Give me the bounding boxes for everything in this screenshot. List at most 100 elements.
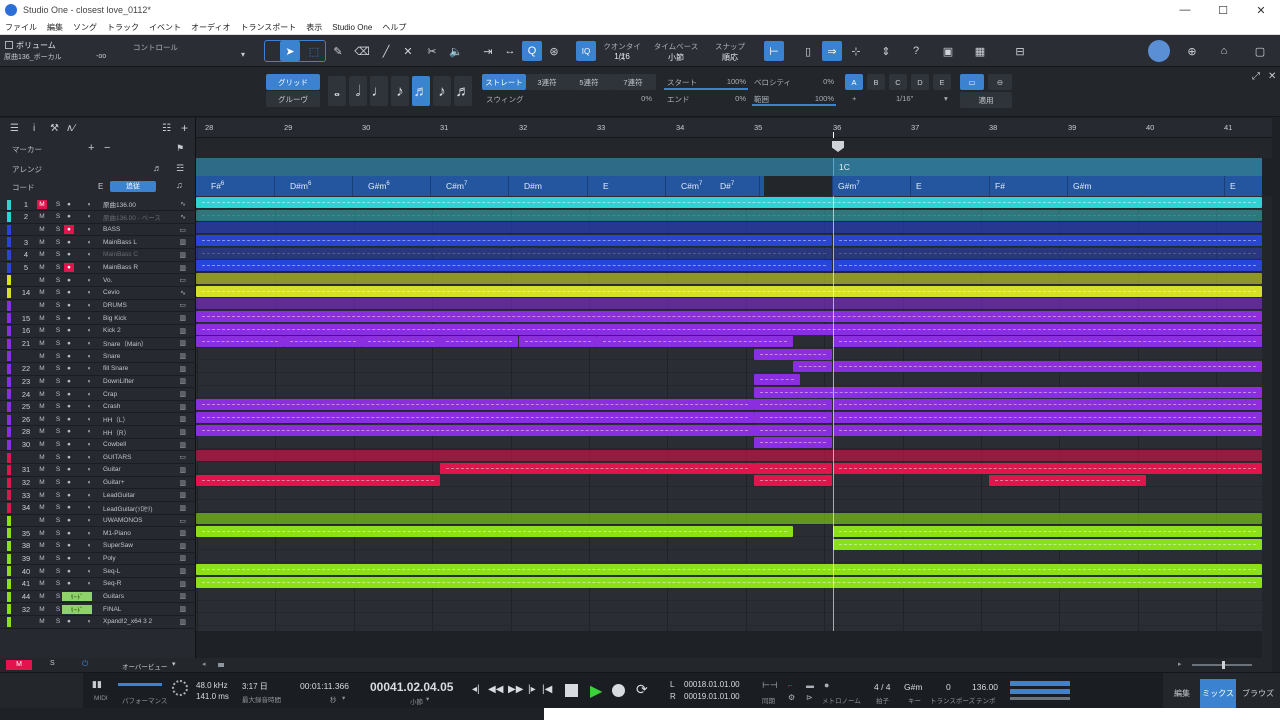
overview-dropdown-icon[interactable]: ▾ [172,660,176,668]
solo-button[interactable]: S [53,478,63,487]
track-name[interactable]: Poly [103,555,116,562]
folder-event[interactable] [196,272,1262,284]
solo-button[interactable]: S [53,314,63,323]
track-row[interactable]: 40 M S ● ◖ Seq-L ▥ [0,565,196,578]
event-clip[interactable] [793,361,832,373]
scroll-left-icon[interactable]: ◂ [202,660,206,668]
solo-button[interactable]: S [53,516,63,525]
monitor-button[interactable]: ◖ [84,503,94,512]
track-row[interactable]: 22 M S ● ◖ fill Snare ▥ [0,363,196,376]
home-icon[interactable]: ⌂ [1214,41,1234,61]
record-arm-button[interactable]: ● [64,200,74,209]
solo-button[interactable]: S [53,339,63,348]
grid-value[interactable]: 1/16" [896,94,913,103]
menu-file[interactable]: ファイル [0,22,42,33]
mute-button[interactable]: M [37,516,47,525]
solo-button[interactable]: S [53,617,63,626]
track-color-strip[interactable] [7,591,11,602]
mute-button[interactable]: M [37,415,47,424]
chord-event[interactable]: G#m6 [368,181,390,191]
record-arm-button[interactable]: ● [64,263,74,273]
timeline-ruler[interactable]: 28 29 30 31 32 33 34 35 36 37 38 39 40 4… [196,118,1272,138]
track-lane[interactable] [196,487,1262,500]
humanize-icon[interactable]: ⊖ [988,74,1012,90]
record-arm-button[interactable]: ● [64,453,74,462]
monitor-button[interactable]: ◖ [84,250,94,259]
record-arm-button[interactable]: ● [64,491,74,500]
record-arm-button[interactable]: ● [64,415,74,424]
snap-toggle-icon[interactable]: ⊢ [764,41,784,61]
start-value[interactable]: 100% [700,77,746,86]
settings-icon[interactable]: ⚙ [788,693,795,702]
menu-edit[interactable]: 編集 [42,22,68,33]
arranger-section[interactable]: 1C [833,158,1262,176]
track-lane[interactable] [196,234,1262,247]
track-name[interactable]: Seq-R [103,580,121,587]
event-clip[interactable] [440,462,754,474]
event-clip[interactable] [754,475,832,487]
chord-event[interactable]: E [916,181,922,191]
track-lane[interactable] [196,449,1262,462]
record-arm-button[interactable]: ● [64,364,74,373]
mute-button[interactable]: M [37,453,47,462]
event-clip[interactable] [362,336,440,348]
preset-e-button[interactable]: E [933,74,951,90]
track-lane[interactable] [196,386,1262,399]
monitor-button[interactable]: ◖ [84,453,94,462]
menu-track[interactable]: トラック [102,22,144,33]
event-clip[interactable] [754,348,832,360]
mute-button[interactable]: M [37,352,47,361]
chord-event[interactable]: F# [995,181,1005,191]
mute-button[interactable]: M [37,617,47,626]
layout-options-icon[interactable]: ⊟ [1010,41,1030,61]
track-lane[interactable] [196,373,1262,386]
track-lane[interactable] [196,601,1262,614]
folder-event[interactable] [196,222,1262,234]
solo-button[interactable]: S [53,541,63,550]
control-dropdown-icon[interactable]: ▾ [241,50,245,59]
bend-tool-icon[interactable]: ⇥ [478,41,498,61]
eighth-note-icon[interactable]: ♪ [391,76,409,106]
vertical-scrollbar[interactable] [1262,196,1272,658]
track-name[interactable]: Guitar [103,466,121,473]
track-lane[interactable] [196,563,1262,576]
track-name[interactable]: LeadGuitar [103,492,135,499]
paint-tool-icon[interactable]: ╱ [376,41,396,61]
track-color-strip[interactable] [7,604,11,615]
track-color-strip[interactable] [7,237,11,248]
mute-button[interactable]: M [37,465,47,474]
record-arm-button[interactable]: ● [64,516,74,525]
track-lane[interactable] [196,285,1262,298]
event-clip[interactable] [196,412,754,424]
chord-event[interactable]: D#m [524,181,542,191]
menu-view[interactable]: 表示 [301,22,327,33]
track-color-strip[interactable] [7,528,11,539]
track-color-strip[interactable] [7,401,11,412]
iq-button[interactable]: IQ [576,41,596,61]
track-row[interactable]: 35 M S ● ◖ M1-Piano ▥ [0,527,196,540]
track-row[interactable]: 15 M S ● ◖ Big Kick ▥ [0,312,196,325]
tempo-value[interactable]: 136.00 [972,682,998,692]
event-clip[interactable] [196,576,1262,588]
mute-button[interactable]: M [37,605,47,614]
event-clip[interactable] [754,424,832,436]
record-arm-button[interactable]: ● [64,225,74,235]
track-color-strip[interactable] [7,427,11,438]
track-row[interactable]: M S ● ◖ Xpand!2_x64 3 2 ▥ [0,616,196,629]
monitor-button[interactable]: ◖ [84,339,94,348]
event-clip[interactable] [833,462,1262,474]
fullscreen-icon[interactable]: ▢ [1250,41,1270,61]
track-row[interactable]: 26 M S ● ◖ HH（L） ▥ [0,414,196,427]
track-color-strip[interactable] [7,338,11,349]
solo-button[interactable]: S [53,402,63,411]
mute-button[interactable]: M [37,326,47,335]
range-tool-icon[interactable]: ⬚ [304,41,324,61]
triplet7-button[interactable]: 7連符 [610,74,656,90]
transpose-value[interactable]: 0 [946,682,951,692]
solo-button[interactable]: S [53,465,63,474]
track-lane[interactable] [196,588,1262,601]
folder-track-row[interactable]: M S ● ◖ UWAMONOS ▭ [0,515,196,528]
seconds-dropdown-icon[interactable]: ▾ [342,694,345,702]
monitor-button[interactable]: ◖ [84,364,94,373]
track-lane[interactable] [196,209,1262,222]
